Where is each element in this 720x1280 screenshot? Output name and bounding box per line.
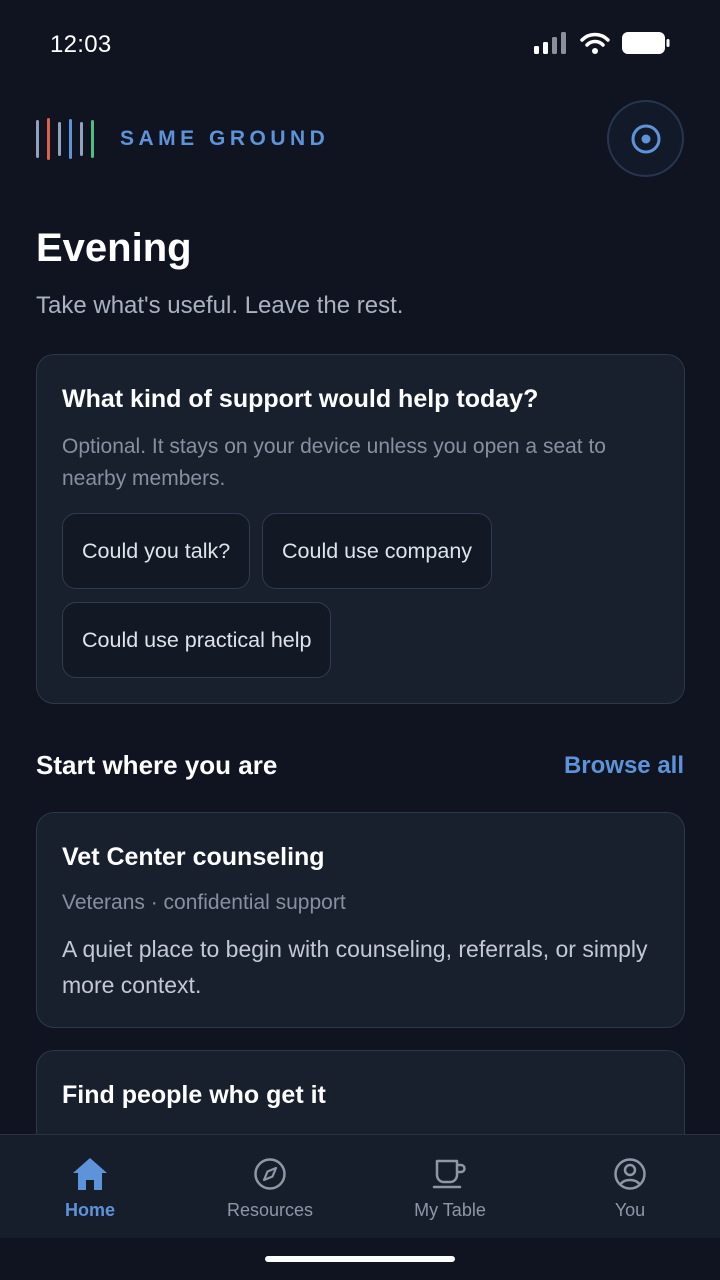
signal-icon [534, 32, 566, 54]
nav-item-you[interactable]: You [540, 1135, 720, 1239]
status-bar: 12:03 [0, 0, 720, 90]
app-header: SAME GROUND [36, 100, 684, 178]
status-time: 12:03 [50, 31, 112, 58]
nav-label: Home [64, 1200, 115, 1220]
resource-meta: Veterans · confidential support [62, 891, 346, 914]
battery-icon [622, 32, 670, 54]
status-icons [534, 32, 670, 54]
home-icon [71, 1155, 109, 1193]
home-indicator[interactable] [265, 1256, 455, 1262]
app-screen: 12:03 SAME GROUND Evening Take what's us… [0, 0, 720, 1280]
brand-logo[interactable]: SAME GROUND [36, 118, 329, 160]
nav-label: My Table [414, 1200, 486, 1220]
nav-item-resources[interactable]: Resources [180, 1135, 360, 1239]
logo-bars-icon [36, 118, 94, 160]
support-option-practical[interactable]: Could use practical help [62, 602, 332, 678]
support-card: What kind of support would help today? O… [36, 354, 685, 704]
user-circle-icon [611, 1155, 649, 1193]
focus-button[interactable] [607, 100, 684, 177]
nav-label: Resources [226, 1200, 314, 1220]
nav-item-my-table[interactable]: My Table [360, 1135, 540, 1239]
support-card-description: Optional. It stays on your device unless… [62, 435, 606, 490]
nav-label: You [614, 1200, 646, 1220]
browse-all-link[interactable]: Browse all [564, 752, 684, 780]
compass-icon [251, 1155, 289, 1193]
support-option-company[interactable]: Could use company [262, 513, 493, 589]
resource-description: A quiet place to begin with counseling, … [62, 936, 648, 998]
support-card-title: What kind of support would help today? [62, 385, 539, 413]
greeting-title: Evening [36, 226, 192, 270]
greeting-subtitle: Take what's useful. Leave the rest. [36, 292, 404, 319]
support-option-talk[interactable]: Could you talk? [62, 513, 251, 589]
resource-card-vet-center[interactable]: Vet Center counseling Veterans · confide… [36, 812, 685, 1028]
wifi-icon [580, 32, 610, 54]
resource-title: Find people who get it [62, 1081, 326, 1109]
target-icon [631, 124, 660, 153]
nav-item-home[interactable]: Home [0, 1135, 180, 1239]
section-title: Start where you are [36, 750, 278, 780]
brand-name: SAME GROUND [120, 127, 330, 150]
bottom-nav: Home Resources My Table You [0, 1134, 720, 1238]
cup-icon [431, 1155, 469, 1193]
resource-title: Vet Center counseling [62, 843, 325, 871]
